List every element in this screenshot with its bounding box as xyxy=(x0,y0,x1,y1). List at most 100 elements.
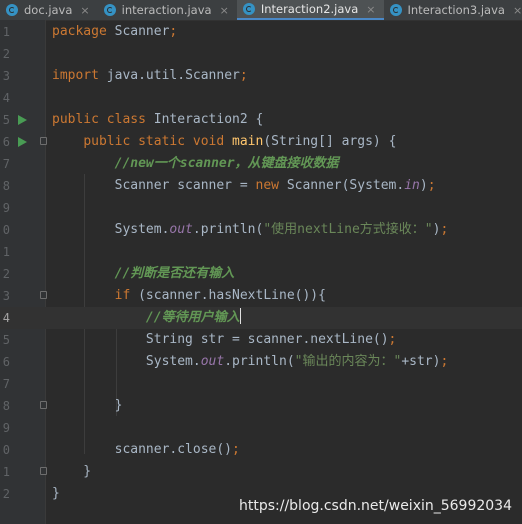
code-token: ; xyxy=(239,68,248,83)
code-line[interactable]: 6 public static void main(String[] args)… xyxy=(0,131,522,153)
code-editor[interactable]: 1 package Scanner; 2 3 import java.util.Scan… xyxy=(0,20,522,524)
code-token: //判断是否还有输入 xyxy=(114,266,235,281)
code-line[interactable]: 4 //等待用户输入 xyxy=(0,307,522,329)
code-line[interactable]: 8 } xyxy=(0,395,522,417)
line-number: 1 xyxy=(2,465,10,479)
line-number: 3 xyxy=(2,289,10,303)
code-text: //判断是否还有输入 xyxy=(52,263,235,285)
code-text: } xyxy=(52,461,91,483)
fold-icon[interactable] xyxy=(40,467,47,475)
line-number: 1 xyxy=(2,25,10,39)
code-token: //new一个scanner，从键盘接收数据 xyxy=(114,156,339,171)
code-token: } xyxy=(52,464,92,479)
fold-icon[interactable] xyxy=(40,401,47,409)
java-class-icon xyxy=(389,4,402,16)
code-token: System. xyxy=(52,222,170,237)
code-line[interactable]: 5 public class Interaction2 { xyxy=(0,109,522,131)
code-token: new xyxy=(255,178,287,193)
code-line[interactable]: 8 Scanner scanner = new Scanner(System.i… xyxy=(0,175,522,197)
close-icon[interactable]: × xyxy=(80,4,89,17)
code-text: Scanner scanner = new Scanner(System.in)… xyxy=(52,175,436,197)
code-token: ; xyxy=(388,332,397,347)
line-number: 8 xyxy=(2,399,10,413)
close-icon[interactable]: × xyxy=(513,4,522,17)
tab-label: interaction.java xyxy=(121,3,212,17)
code-text: public static void main(String[] args) { xyxy=(52,131,396,153)
code-line[interactable]: 0 System.out.println("使用nextLine方式接收："); xyxy=(0,219,522,241)
code-text: System.out.println("输出的内容为："+str); xyxy=(52,351,448,373)
code-token: Scanner(System. xyxy=(286,178,405,193)
code-token: Scanner xyxy=(114,24,170,39)
code-token: public static void xyxy=(83,134,233,149)
code-line[interactable]: 4 xyxy=(0,87,522,109)
editor-tab[interactable]: interaction.java × xyxy=(98,0,237,20)
code-line[interactable]: 9 xyxy=(0,417,522,439)
tab-label: Interaction2.java xyxy=(260,2,359,16)
code-line[interactable]: 2 //判断是否还有输入 xyxy=(0,263,522,285)
line-number: 2 xyxy=(2,487,10,501)
code-line[interactable]: 3 import java.util.Scanner; xyxy=(0,65,522,87)
run-icon[interactable] xyxy=(18,137,27,147)
editor-tab[interactable]: Interaction2.java × xyxy=(236,0,384,20)
run-icon[interactable] xyxy=(18,115,27,125)
close-icon[interactable]: × xyxy=(366,3,375,16)
code-token: +str) xyxy=(401,354,441,369)
line-number: 0 xyxy=(2,223,10,237)
code-text: scanner.close(); xyxy=(52,439,240,461)
code-token: ) xyxy=(419,178,428,193)
editor-tab[interactable]: doc.java × xyxy=(0,0,98,20)
code-token: "使用nextLine方式接收：" xyxy=(263,222,433,237)
code-token: Scanner scanner = xyxy=(52,178,256,193)
editor-tab[interactable]: Interaction3.java × xyxy=(384,0,522,20)
code-token: Interaction2 { xyxy=(153,112,264,127)
line-number: 3 xyxy=(2,69,10,83)
code-text: } xyxy=(52,483,60,505)
code-line[interactable]: 0 scanner.close(); xyxy=(0,439,522,461)
tab-label: doc.java xyxy=(24,3,73,17)
code-token: "输出的内容为：" xyxy=(294,354,402,369)
code-token: scanner.close() xyxy=(52,442,233,457)
line-number: 0 xyxy=(2,443,10,457)
editor-tab-bar: doc.java × interaction.java × Interaction2.j… xyxy=(0,0,522,21)
code-line[interactable]: 2 xyxy=(0,43,522,65)
code-line[interactable]: 5 String str = scanner.nextLine(); xyxy=(0,329,522,351)
code-line[interactable]: 1 xyxy=(0,241,522,263)
close-icon[interactable]: × xyxy=(220,4,229,17)
code-line[interactable]: 3 if (scanner.hasNextLine()){ xyxy=(0,285,522,307)
text-caret xyxy=(239,308,241,324)
code-token: if xyxy=(114,288,139,303)
line-number: 7 xyxy=(2,157,10,171)
code-token: ; xyxy=(440,354,449,369)
code-token: .println( xyxy=(192,222,264,237)
code-token: out xyxy=(200,354,225,369)
code-token: out xyxy=(169,222,193,237)
code-token: (String[] args) { xyxy=(263,134,397,149)
fold-icon[interactable] xyxy=(40,291,47,299)
code-line[interactable]: 6 System.out.println("输出的内容为："+str); xyxy=(0,351,522,373)
code-line[interactable]: 1 } xyxy=(0,461,522,483)
code-token: } xyxy=(52,398,123,413)
fold-icon[interactable] xyxy=(40,137,47,145)
code-token: String str = scanner.nextLine() xyxy=(52,332,389,347)
code-text: if (scanner.hasNextLine()){ xyxy=(52,285,326,307)
line-number: 2 xyxy=(2,267,10,281)
line-number: 2 xyxy=(2,47,10,61)
code-text: public class Interaction2 { xyxy=(52,109,263,131)
code-line[interactable]: 7 xyxy=(0,373,522,395)
tab-label: Interaction3.java xyxy=(407,3,505,17)
code-token: (scanner.hasNextLine()){ xyxy=(138,288,326,303)
code-token: ; xyxy=(427,178,436,193)
line-number: 5 xyxy=(2,333,10,347)
code-line[interactable]: 7 //new一个scanner，从键盘接收数据 xyxy=(0,153,522,175)
code-text: } xyxy=(52,395,123,417)
line-number: 6 xyxy=(2,135,10,149)
code-text: String str = scanner.nextLine(); xyxy=(52,329,396,351)
code-token: import xyxy=(52,68,107,83)
code-line[interactable]: 1 package Scanner; xyxy=(0,21,522,43)
code-line[interactable]: 9 xyxy=(0,197,522,219)
code-token: ; xyxy=(440,222,449,237)
